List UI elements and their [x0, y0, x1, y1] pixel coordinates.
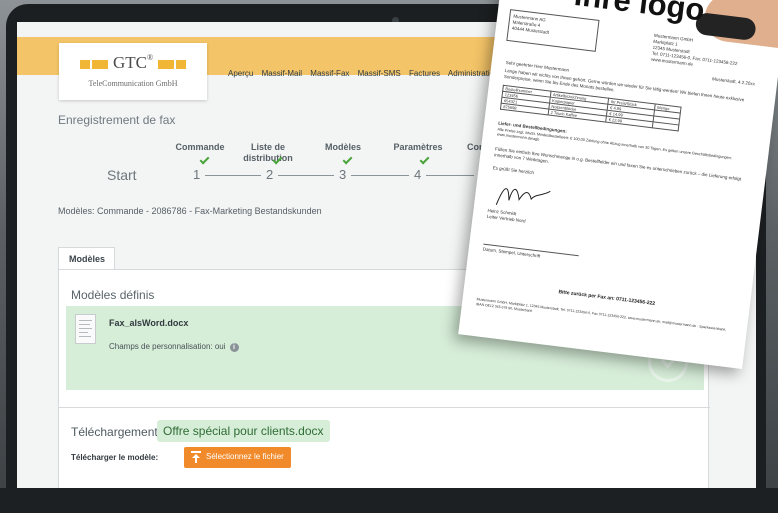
select-file-button[interactable]: Sélectionnez le fichier — [184, 447, 291, 468]
step-connector — [351, 175, 409, 176]
step-number: 1 — [193, 167, 201, 182]
step-connector — [205, 175, 261, 176]
main-nav: Aperçu Massif-Mail Massif-Fax Massif-SMS… — [228, 69, 505, 83]
step-label-liste[interactable]: Liste de distribution — [239, 142, 297, 164]
monitor-base — [0, 488, 778, 513]
step-check-icon — [419, 154, 430, 165]
step-check-icon — [342, 154, 353, 165]
logo-subtitle: TeleCommunication GmbH — [88, 79, 178, 88]
breadcrumb: Modèles: Commande - 2086786 - Fax-Market… — [58, 206, 322, 216]
upload-title: Téléchargement — [71, 425, 158, 439]
page-title: Enregistrement de fax — [58, 113, 176, 127]
wizard-start: Start — [107, 167, 137, 183]
signature-caption: Datum, Stempel, Unterschrift — [482, 246, 541, 259]
step-connector — [278, 175, 334, 176]
upload-icon — [191, 451, 201, 463]
step-label-parametres[interactable]: Paramètres — [385, 142, 451, 152]
signer-role: Leiter Vertrieb Nord — [486, 213, 526, 224]
letter-footer: Mustermann GmbH, Marktplatz 1, 12345 Mus… — [475, 297, 727, 332]
logo-text: GTC — [112, 53, 147, 72]
step-label-modeles[interactable]: Modèles — [317, 142, 369, 152]
nav-apercu[interactable]: Aperçu — [228, 69, 253, 78]
step-connector — [426, 175, 474, 176]
company-logo[interactable]: GTC® TeleCommunication GmbH — [59, 43, 207, 100]
nav-massif-mail[interactable]: Massif-Mail — [262, 69, 302, 78]
nav-massif-sms[interactable]: Massif-SMS — [358, 69, 401, 78]
nav-factures[interactable]: Factures — [409, 69, 440, 78]
section-title-modeles: Modèles définis — [71, 288, 155, 302]
select-file-label: Sélectionnez le fichier — [206, 452, 284, 461]
personalization-label: Champs de personnalisation: oui — [109, 342, 226, 351]
recipient-address: Mustermann AG Malerstraße 4 40444 Muster… — [506, 9, 600, 52]
upload-model-label: Télécharger le modèle: — [71, 453, 159, 462]
step-check-icon — [199, 154, 210, 165]
divider — [59, 407, 710, 408]
step-number: 3 — [339, 167, 347, 182]
fax-letter-sheet: Ihre logo Mustermann AG Malerstraße 4 40… — [458, 0, 778, 370]
step-label-commande[interactable]: Commande — [165, 142, 235, 152]
nav-massif-fax[interactable]: Massif-Fax — [310, 69, 349, 78]
personalization-fields: Champs de personnalisation: oui i — [109, 342, 239, 352]
step-number: 2 — [266, 167, 274, 182]
info-icon[interactable]: i — [229, 343, 239, 352]
step-number: 4 — [414, 167, 422, 182]
document-thumbnail-icon — [75, 314, 96, 344]
uploaded-file-chip: Offre spécial pour clients.docx — [157, 420, 330, 442]
logo-wordmark: GTC® — [59, 53, 207, 73]
tab-modeles[interactable]: Modèles — [58, 247, 115, 270]
template-file-name[interactable]: Fax_alsWord.docx — [109, 318, 188, 328]
